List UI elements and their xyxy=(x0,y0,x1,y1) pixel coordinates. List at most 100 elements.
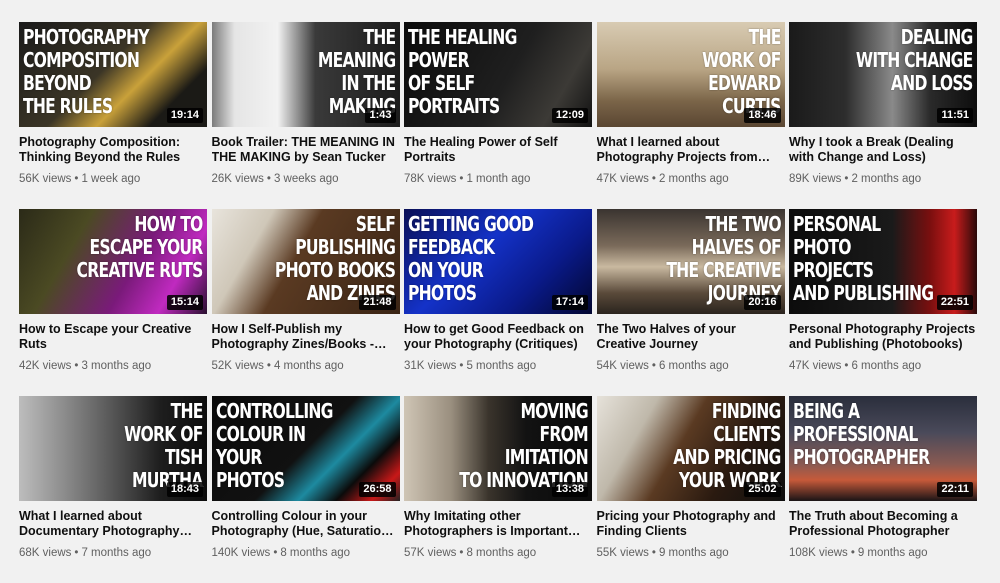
video-meta: 54K views • 6 months ago xyxy=(597,359,785,373)
duration-badge: 17:14 xyxy=(551,295,588,310)
duration-badge: 18:46 xyxy=(744,108,781,123)
video-title[interactable]: Why I took a Break (Dealing with Change … xyxy=(789,135,977,165)
video-thumbnail[interactable]: CONTROLLING COLOUR IN YOUR PHOTOS 26:58 xyxy=(211,396,400,501)
video-card[interactable]: THE WORK OF TISH MURTHA 18:43 What I lea… xyxy=(19,396,207,583)
view-count: 108K views xyxy=(789,547,848,559)
thumbnail-text: THE MEANING IN THE MAKING xyxy=(317,25,396,118)
view-count: 52K views xyxy=(211,360,264,372)
thumbnail-text: DEALING WITH CHANGE AND LOSS xyxy=(856,25,973,95)
video-title[interactable]: Controlling Colour in your Photography (… xyxy=(212,509,400,539)
video-card[interactable]: THE HEALING POWER OF SELF PORTRAITS 12:0… xyxy=(404,22,592,209)
duration-badge: 1:43 xyxy=(365,108,396,123)
upload-age: 2 months ago xyxy=(851,173,922,185)
video-thumbnail[interactable]: PERSONAL PHOTO PROJECTS AND PUBLISHING 2… xyxy=(789,209,977,314)
video-card[interactable]: THE TWO HALVES OF THE CREATIVE JOURNEY 2… xyxy=(596,209,785,396)
upload-age: 9 months ago xyxy=(857,547,928,559)
video-meta: 26K views • 3 weeks ago xyxy=(212,172,400,186)
video-thumbnail[interactable]: HOW TO ESCAPE YOUR CREATIVE RUTS 15:14 xyxy=(19,209,207,314)
video-thumbnail[interactable]: DEALING WITH CHANGE AND LOSS 11:51 xyxy=(789,22,977,127)
video-title[interactable]: How to get Good Feedback on your Photogr… xyxy=(404,322,592,352)
meta-separator: • xyxy=(74,547,79,559)
thumbnail-text: HOW TO ESCAPE YOUR CREATIVE RUTS xyxy=(76,212,204,282)
duration-badge: 25:02 xyxy=(744,482,781,497)
thumbnail-text: SELF PUBLISHING PHOTO BOOKS AND ZINES xyxy=(275,212,396,305)
video-card[interactable]: BEING A PROFESSIONAL PHOTOGRAPHER 22:11 … xyxy=(789,396,977,583)
thumbnail-text: THE TWO HALVES OF THE CREATIVE JOURNEY xyxy=(665,212,781,305)
video-title[interactable]: Personal Photography Projects and Publis… xyxy=(789,322,977,352)
video-thumbnail[interactable]: GETTING GOOD FEEDBACK ON YOUR PHOTOS 17:… xyxy=(404,209,592,314)
view-count: 47K views xyxy=(789,360,842,372)
meta-separator: • xyxy=(74,173,79,185)
video-thumbnail[interactable]: THE WORK OF EDWARD CURTIS 18:46 xyxy=(596,22,785,127)
meta-separator: • xyxy=(651,547,656,559)
upload-age: 3 weeks ago xyxy=(273,173,339,185)
video-meta: 31K views • 5 months ago xyxy=(404,359,592,373)
view-count: 26K views xyxy=(211,173,264,185)
video-title[interactable]: The Two Halves of your Creative Journey xyxy=(597,322,785,352)
video-title[interactable]: What I learned about Photography Project… xyxy=(597,135,785,165)
video-card[interactable]: DEALING WITH CHANGE AND LOSS 11:51 Why I… xyxy=(789,22,977,209)
video-title[interactable]: Why Imitating other Photographers is Imp… xyxy=(404,509,592,539)
duration-badge: 15:14 xyxy=(166,295,203,310)
video-title[interactable]: The Healing Power of Self Portraits xyxy=(404,135,592,165)
video-card[interactable]: THE WORK OF EDWARD CURTIS 18:46 What I l… xyxy=(596,22,785,209)
video-grid: PHOTOGRAPHY COMPOSITION BEYOND THE RULES… xyxy=(19,22,977,583)
meta-separator: • xyxy=(459,360,464,372)
meta-separator: • xyxy=(74,360,79,372)
video-card[interactable]: PERSONAL PHOTO PROJECTS AND PUBLISHING 2… xyxy=(789,209,977,396)
upload-age: 8 months ago xyxy=(466,547,537,559)
video-meta: 78K views • 1 month ago xyxy=(404,172,592,186)
video-meta: 140K views • 8 months ago xyxy=(212,546,400,560)
upload-age: 8 months ago xyxy=(280,547,351,559)
video-card[interactable]: CONTROLLING COLOUR IN YOUR PHOTOS 26:58 … xyxy=(211,396,400,583)
video-card[interactable]: MOVING FROM IMITATION TO INNOVATION 13:3… xyxy=(404,396,592,583)
video-thumbnail[interactable]: PHOTOGRAPHY COMPOSITION BEYOND THE RULES… xyxy=(19,22,207,127)
duration-badge: 11:51 xyxy=(937,108,973,123)
upload-age: 9 months ago xyxy=(658,547,729,559)
video-thumbnail[interactable]: THE MEANING IN THE MAKING 1:43 xyxy=(211,22,400,127)
meta-separator: • xyxy=(273,547,278,559)
video-thumbnail[interactable]: BEING A PROFESSIONAL PHOTOGRAPHER 22:11 xyxy=(789,396,977,501)
video-card[interactable]: PHOTOGRAPHY COMPOSITION BEYOND THE RULES… xyxy=(19,22,207,209)
video-title[interactable]: The Truth about Becoming a Professional … xyxy=(789,509,977,539)
video-thumbnail[interactable]: SELF PUBLISHING PHOTO BOOKS AND ZINES 21… xyxy=(211,209,400,314)
video-title[interactable]: Photography Composition: Thinking Beyond… xyxy=(19,135,207,165)
video-title[interactable]: Pricing your Photography and Finding Cli… xyxy=(597,509,785,539)
meta-separator: • xyxy=(459,547,464,559)
thumbnail-text: PERSONAL PHOTO PROJECTS AND PUBLISHING xyxy=(793,212,934,305)
video-thumbnail[interactable]: THE HEALING POWER OF SELF PORTRAITS 12:0… xyxy=(404,22,592,127)
video-meta: 52K views • 4 months ago xyxy=(212,359,400,373)
meta-separator: • xyxy=(844,173,849,185)
video-card[interactable]: FINDING CLIENTS AND PRICING YOUR WORK 25… xyxy=(596,396,785,583)
video-card[interactable]: GETTING GOOD FEEDBACK ON YOUR PHOTOS 17:… xyxy=(404,209,592,396)
view-count: 78K views xyxy=(404,173,457,185)
video-thumbnail[interactable]: MOVING FROM IMITATION TO INNOVATION 13:3… xyxy=(404,396,592,501)
video-meta: 68K views • 7 months ago xyxy=(19,546,207,560)
duration-badge: 12:09 xyxy=(551,108,588,123)
meta-separator: • xyxy=(266,173,271,185)
video-title[interactable]: How to Escape your Creative Ruts xyxy=(19,322,207,352)
meta-separator: • xyxy=(266,360,271,372)
video-thumbnail[interactable]: THE WORK OF TISH MURTHA 18:43 xyxy=(19,396,207,501)
view-count: 31K views xyxy=(404,360,457,372)
thumbnail-text: THE WORK OF TISH MURTHA xyxy=(124,399,204,492)
view-count: 55K views xyxy=(596,547,649,559)
view-count: 140K views xyxy=(211,547,271,559)
video-meta: 56K views • 1 week ago xyxy=(19,172,207,186)
video-card[interactable]: THE MEANING IN THE MAKING 1:43 Book Trai… xyxy=(211,22,400,209)
upload-age: 1 month ago xyxy=(466,173,531,185)
video-title[interactable]: Book Trailer: THE MEANING IN THE MAKING … xyxy=(212,135,400,165)
video-meta: 42K views • 3 months ago xyxy=(19,359,207,373)
video-title[interactable]: What I learned about Documentary Photogr… xyxy=(19,509,207,539)
view-count: 56K views xyxy=(19,173,72,185)
thumbnail-text: THE HEALING POWER OF SELF PORTRAITS xyxy=(408,25,517,118)
duration-badge: 13:38 xyxy=(551,482,588,497)
upload-age: 6 months ago xyxy=(851,360,922,372)
video-card[interactable]: HOW TO ESCAPE YOUR CREATIVE RUTS 15:14 H… xyxy=(19,209,207,396)
thumbnail-text: THE WORK OF EDWARD CURTIS xyxy=(702,25,781,118)
video-thumbnail[interactable]: FINDING CLIENTS AND PRICING YOUR WORK 25… xyxy=(596,396,785,501)
video-thumbnail[interactable]: THE TWO HALVES OF THE CREATIVE JOURNEY 2… xyxy=(596,209,785,314)
video-card[interactable]: SELF PUBLISHING PHOTO BOOKS AND ZINES 21… xyxy=(211,209,400,396)
meta-separator: • xyxy=(651,360,656,372)
video-title[interactable]: How I Self-Publish my Photography Zines/… xyxy=(212,322,400,352)
